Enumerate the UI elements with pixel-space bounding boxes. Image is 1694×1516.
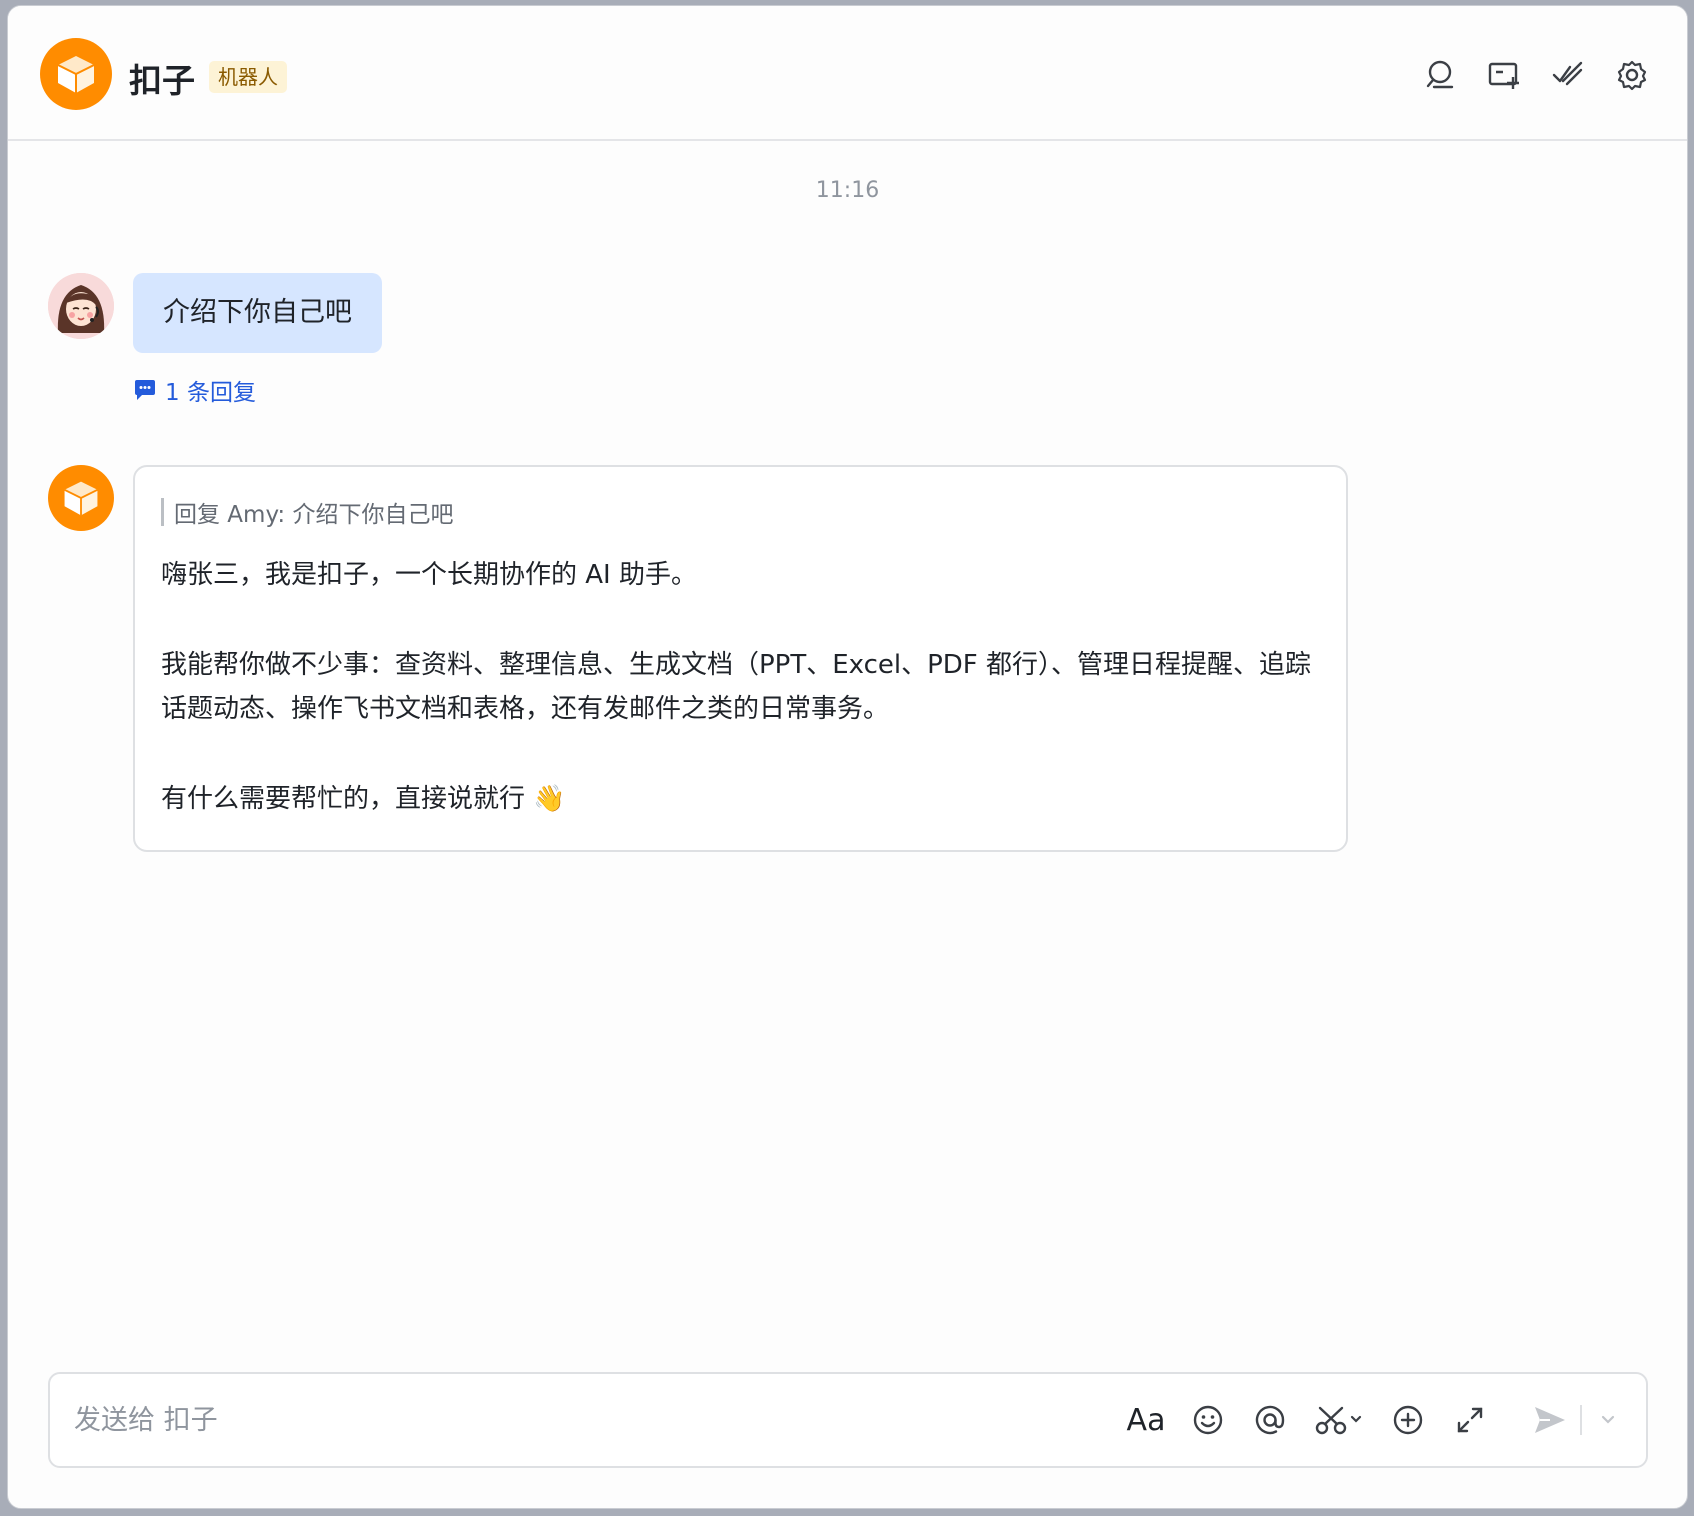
mention-icon[interactable] [1252,1398,1288,1442]
message-timestamp: 11:16 [815,178,880,203]
cube-icon [57,56,95,93]
thread-reply-link[interactable]: 1 条回复 [133,373,256,407]
quote-bar [161,498,164,526]
bot-logo-avatar[interactable] [40,38,112,110]
bot-badge: 机器人 [209,61,287,93]
message-composer: Aa [48,1372,1648,1468]
reply-quote[interactable]: 回复 Amy: 介绍下你自己吧 [161,497,1320,528]
bot-paragraph: 嗨张三，我是扣子，一个长期协作的 AI 助手。 [161,560,697,590]
screenshot-scissors-icon[interactable] [1314,1398,1364,1442]
bot-message-card[interactable]: 回复 Amy: 介绍下你自己吧 嗨张三，我是扣子，一个长期协作的 AI 助手。 … [133,465,1348,852]
user-avatar-image [48,273,114,339]
bot-avatar[interactable] [48,465,114,531]
send-icon[interactable] [1532,1398,1568,1442]
checkmarks-icon[interactable] [1551,58,1585,92]
reply-quote-text: 回复 Amy: 介绍下你自己吧 [174,502,454,528]
settings-gear-icon[interactable] [1615,58,1649,92]
header-toolbar [1423,58,1649,92]
bot-paragraph: 有什么需要帮忙的，直接说就行 👋 [161,784,566,814]
expand-icon[interactable] [1452,1398,1488,1442]
dropdown-chevron-icon[interactable] [1598,1398,1618,1442]
chat-window: 扣子 机器人 11:16 介绍下你自己吧 1 条回复 回复 Amy: 介绍下你自… [7,5,1688,1509]
text-format-label: Aa [1126,1402,1166,1438]
user-avatar[interactable] [48,273,114,339]
chat-header: 扣子 机器人 [8,6,1687,141]
composer-toolbar: Aa [1126,1398,1618,1442]
send-separator [1580,1405,1582,1435]
add-tab-icon[interactable] [1487,58,1521,92]
add-icon[interactable] [1390,1398,1426,1442]
reply-count-label: 1 条回复 [165,380,256,406]
search-icon[interactable] [1423,58,1457,92]
emoji-icon[interactable] [1190,1398,1226,1442]
thread-chat-icon [135,380,155,400]
bot-paragraph: 我能帮你做不少事：查资料、整理信息、生成文档（PPT、Excel、PDF 都行）… [161,650,1312,724]
user-message-bubble[interactable]: 介绍下你自己吧 [133,273,382,353]
chat-title: 扣子 [129,61,195,100]
cube-icon [64,481,98,516]
text-format-icon[interactable]: Aa [1126,1398,1166,1442]
message-input[interactable] [74,1374,974,1466]
